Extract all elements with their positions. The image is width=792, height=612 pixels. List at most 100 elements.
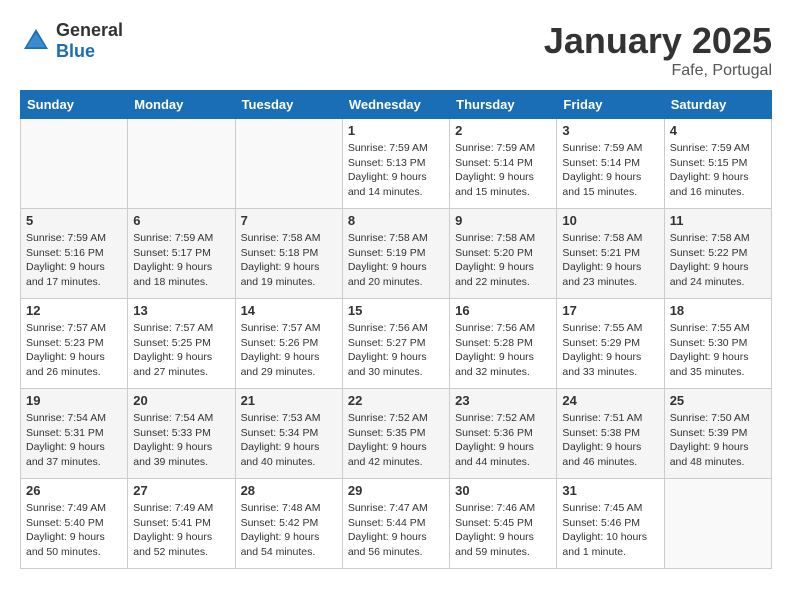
day-number: 14	[241, 303, 337, 318]
weekday-header: Friday	[557, 91, 664, 119]
day-info: Sunrise: 7:58 AM Sunset: 5:20 PM Dayligh…	[455, 231, 551, 290]
calendar-cell: 27 Sunrise: 7:49 AM Sunset: 5:41 PM Dayli…	[128, 479, 235, 569]
day-info: Sunrise: 7:59 AM Sunset: 5:13 PM Dayligh…	[348, 141, 444, 200]
logo-icon	[20, 25, 52, 57]
day-number: 19	[26, 393, 122, 408]
calendar-cell	[21, 119, 128, 209]
day-info: Sunrise: 7:59 AM Sunset: 5:14 PM Dayligh…	[455, 141, 551, 200]
weekday-header: Thursday	[450, 91, 557, 119]
logo: General Blue	[20, 20, 123, 62]
location: Fafe, Portugal	[544, 62, 772, 80]
day-number: 28	[241, 483, 337, 498]
day-info: Sunrise: 7:56 AM Sunset: 5:28 PM Dayligh…	[455, 321, 551, 380]
day-number: 22	[348, 393, 444, 408]
calendar-cell: 11Sunrise: 7:58 AM Sunset: 5:22 PM Dayli…	[664, 209, 771, 299]
calendar-cell: 16 Sunrise: 7:56 AM Sunset: 5:28 PM Dayli…	[450, 299, 557, 389]
day-info: Sunrise: 7:58 AM Sunset: 5:18 PM Dayligh…	[241, 231, 337, 290]
day-number: 23	[455, 393, 551, 408]
calendar-cell: 4 Sunrise: 7:59 AM Sunset: 5:15 PM Daylig…	[664, 119, 771, 209]
calendar-cell: 28 Sunrise: 7:48 AM Sunset: 5:42 PM Dayli…	[235, 479, 342, 569]
day-info: Sunrise: 7:54 AM Sunset: 5:33 PM Dayligh…	[133, 411, 229, 470]
calendar-cell: 8 Sunrise: 7:58 AM Sunset: 5:19 PM Daylig…	[342, 209, 449, 299]
calendar-cell	[235, 119, 342, 209]
day-info: Sunrise: 7:57 AM Sunset: 5:26 PM Dayligh…	[241, 321, 337, 380]
day-info: Sunrise: 7:50 AM Sunset: 5:39 PM Dayligh…	[670, 411, 766, 470]
day-info: Sunrise: 7:58 AM Sunset: 5:22 PM Dayligh…	[670, 231, 766, 290]
day-number: 20	[133, 393, 229, 408]
calendar-cell: 6 Sunrise: 7:59 AM Sunset: 5:17 PM Daylig…	[128, 209, 235, 299]
day-number: 2	[455, 123, 551, 138]
day-info: Sunrise: 7:49 AM Sunset: 5:41 PM Dayligh…	[133, 501, 229, 560]
title-block: January 2025 Fafe, Portugal	[544, 20, 772, 80]
day-info: Sunrise: 7:59 AM Sunset: 5:14 PM Dayligh…	[562, 141, 658, 200]
day-info: Sunrise: 7:55 AM Sunset: 5:30 PM Dayligh…	[670, 321, 766, 380]
calendar-cell: 21 Sunrise: 7:53 AM Sunset: 5:34 PM Dayli…	[235, 389, 342, 479]
day-info: Sunrise: 7:48 AM Sunset: 5:42 PM Dayligh…	[241, 501, 337, 560]
calendar-cell: 3 Sunrise: 7:59 AM Sunset: 5:14 PM Daylig…	[557, 119, 664, 209]
day-number: 30	[455, 483, 551, 498]
day-number: 8	[348, 213, 444, 228]
calendar-cell: 20 Sunrise: 7:54 AM Sunset: 5:33 PM Dayli…	[128, 389, 235, 479]
day-number: 7	[241, 213, 337, 228]
calendar-cell: 15 Sunrise: 7:56 AM Sunset: 5:27 PM Dayli…	[342, 299, 449, 389]
calendar-cell: 1Sunrise: 7:59 AM Sunset: 5:13 PM Daylig…	[342, 119, 449, 209]
day-info: Sunrise: 7:52 AM Sunset: 5:36 PM Dayligh…	[455, 411, 551, 470]
calendar-cell: 29Sunrise: 7:47 AM Sunset: 5:44 PM Dayli…	[342, 479, 449, 569]
day-info: Sunrise: 7:53 AM Sunset: 5:34 PM Dayligh…	[241, 411, 337, 470]
calendar-cell: 25Sunrise: 7:50 AM Sunset: 5:39 PM Dayli…	[664, 389, 771, 479]
day-number: 21	[241, 393, 337, 408]
day-info: Sunrise: 7:58 AM Sunset: 5:21 PM Dayligh…	[562, 231, 658, 290]
day-number: 16	[455, 303, 551, 318]
logo-general: General	[56, 20, 123, 40]
calendar-cell: 30 Sunrise: 7:46 AM Sunset: 5:45 PM Dayli…	[450, 479, 557, 569]
day-info: Sunrise: 7:52 AM Sunset: 5:35 PM Dayligh…	[348, 411, 444, 470]
day-info: Sunrise: 7:54 AM Sunset: 5:31 PM Dayligh…	[26, 411, 122, 470]
day-info: Sunrise: 7:59 AM Sunset: 5:15 PM Dayligh…	[670, 141, 766, 200]
weekday-header: Wednesday	[342, 91, 449, 119]
day-number: 10	[562, 213, 658, 228]
day-number: 4	[670, 123, 766, 138]
calendar-cell: 17Sunrise: 7:55 AM Sunset: 5:29 PM Dayli…	[557, 299, 664, 389]
weekday-header: Monday	[128, 91, 235, 119]
day-info: Sunrise: 7:58 AM Sunset: 5:19 PM Dayligh…	[348, 231, 444, 290]
month-title: January 2025	[544, 20, 772, 62]
calendar-cell: 19 Sunrise: 7:54 AM Sunset: 5:31 PM Dayli…	[21, 389, 128, 479]
day-number: 15	[348, 303, 444, 318]
day-number: 29	[348, 483, 444, 498]
calendar-cell: 13 Sunrise: 7:57 AM Sunset: 5:25 PM Dayli…	[128, 299, 235, 389]
page-header: General Blue January 2025 Fafe, Portugal	[20, 20, 772, 80]
weekday-header: Tuesday	[235, 91, 342, 119]
day-number: 26	[26, 483, 122, 498]
calendar-cell: 14 Sunrise: 7:57 AM Sunset: 5:26 PM Dayli…	[235, 299, 342, 389]
day-number: 18	[670, 303, 766, 318]
calendar-cell: 26 Sunrise: 7:49 AM Sunset: 5:40 PM Dayli…	[21, 479, 128, 569]
calendar-cell: 10 Sunrise: 7:58 AM Sunset: 5:21 PM Dayli…	[557, 209, 664, 299]
calendar-cell: 5Sunrise: 7:59 AM Sunset: 5:16 PM Daylig…	[21, 209, 128, 299]
day-number: 17	[562, 303, 658, 318]
day-info: Sunrise: 7:49 AM Sunset: 5:40 PM Dayligh…	[26, 501, 122, 560]
calendar-cell: 2 Sunrise: 7:59 AM Sunset: 5:14 PM Daylig…	[450, 119, 557, 209]
day-number: 12	[26, 303, 122, 318]
calendar-cell: 7 Sunrise: 7:58 AM Sunset: 5:18 PM Daylig…	[235, 209, 342, 299]
weekday-header: Sunday	[21, 91, 128, 119]
calendar-cell: 18 Sunrise: 7:55 AM Sunset: 5:30 PM Dayli…	[664, 299, 771, 389]
calendar-cell: 23 Sunrise: 7:52 AM Sunset: 5:36 PM Dayli…	[450, 389, 557, 479]
day-info: Sunrise: 7:57 AM Sunset: 5:23 PM Dayligh…	[26, 321, 122, 380]
calendar-table: SundayMondayTuesdayWednesdayThursdayFrid…	[20, 90, 772, 569]
day-number: 13	[133, 303, 229, 318]
calendar-cell	[664, 479, 771, 569]
day-info: Sunrise: 7:51 AM Sunset: 5:38 PM Dayligh…	[562, 411, 658, 470]
day-info: Sunrise: 7:57 AM Sunset: 5:25 PM Dayligh…	[133, 321, 229, 380]
day-number: 3	[562, 123, 658, 138]
day-info: Sunrise: 7:59 AM Sunset: 5:17 PM Dayligh…	[133, 231, 229, 290]
day-number: 27	[133, 483, 229, 498]
day-number: 6	[133, 213, 229, 228]
day-number: 24	[562, 393, 658, 408]
day-info: Sunrise: 7:56 AM Sunset: 5:27 PM Dayligh…	[348, 321, 444, 380]
calendar-cell: 24 Sunrise: 7:51 AM Sunset: 5:38 PM Dayli…	[557, 389, 664, 479]
weekday-header: Saturday	[664, 91, 771, 119]
logo-text: General Blue	[56, 20, 123, 62]
day-info: Sunrise: 7:46 AM Sunset: 5:45 PM Dayligh…	[455, 501, 551, 560]
day-info: Sunrise: 7:45 AM Sunset: 5:46 PM Dayligh…	[562, 501, 658, 560]
day-number: 31	[562, 483, 658, 498]
